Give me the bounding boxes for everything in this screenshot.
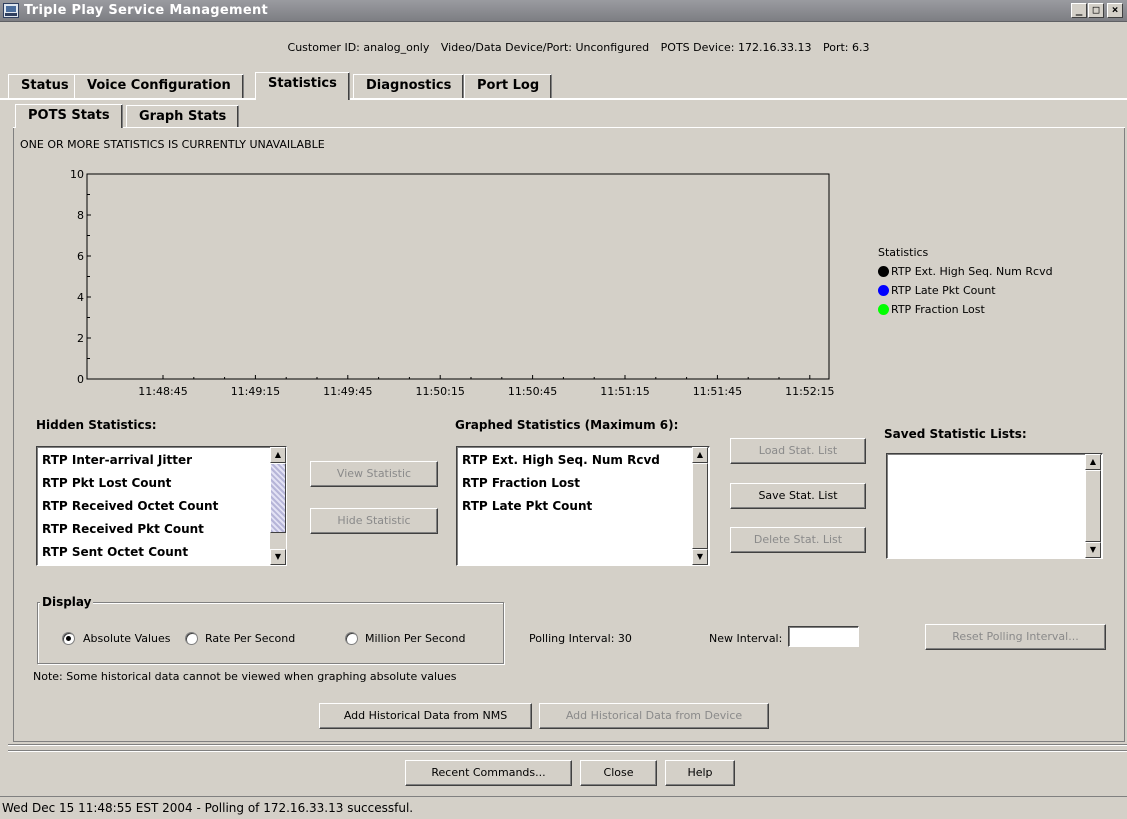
chart-legend: Statistics RTP Ext. High Seq. Num Rcvd R…: [878, 243, 1053, 319]
tab-strip-line: [0, 98, 1127, 100]
list-item[interactable]: RTP Pkt Lost Count: [42, 476, 171, 490]
y-tick-label: 2: [77, 332, 84, 345]
tab-voice-configuration[interactable]: Voice Configuration: [74, 74, 244, 98]
video-device: Video/Data Device/Port: Unconfigured: [440, 41, 650, 54]
service-info: Customer ID: analog_only Video/Data Devi…: [0, 41, 1127, 54]
separator: [8, 750, 1127, 752]
y-tick-label: 10: [70, 168, 84, 181]
saved-lists-label: Saved Statistic Lists:: [884, 427, 1027, 441]
close-window-button[interactable]: ×: [1107, 3, 1123, 18]
million-per-second-radio[interactable]: [345, 632, 358, 645]
window-title: Triple Play Service Management: [24, 3, 269, 18]
status-bar: Wed Dec 15 11:48:55 EST 2004 - Polling o…: [0, 796, 1127, 819]
customer-id: Customer ID: analog_only: [287, 41, 430, 54]
x-tick-label: 11:49:15: [231, 385, 280, 398]
port: Port: 6.3: [822, 41, 870, 54]
new-interval-label: New Interval:: [709, 632, 783, 645]
x-tick-label: 11:50:15: [415, 385, 464, 398]
tab-port-log[interactable]: Port Log: [464, 74, 553, 98]
list-item[interactable]: RTP Fraction Lost: [462, 476, 580, 490]
subtab-pots-stats[interactable]: POTS Stats: [15, 104, 123, 128]
rate-per-second-label: Rate Per Second: [205, 632, 296, 645]
hidden-stats-label: Hidden Statistics:: [36, 418, 157, 432]
tab-statistics[interactable]: Statistics: [255, 72, 350, 100]
x-tick-label: 11:49:45: [323, 385, 372, 398]
legend-title: Statistics: [878, 246, 929, 259]
minimize-button[interactable]: _: [1071, 3, 1087, 18]
scroll-down-icon[interactable]: ▼: [1085, 542, 1101, 558]
y-tick-label: 6: [77, 250, 84, 263]
view-statistic-button[interactable]: View Statistic: [310, 461, 438, 487]
legend-label: RTP Late Pkt Count: [891, 284, 996, 297]
delete-stat-list-button[interactable]: Delete Stat. List: [730, 527, 866, 553]
tab-status[interactable]: Status: [8, 74, 82, 98]
y-tick-label: 0: [77, 373, 84, 386]
list-item[interactable]: RTP Sent Octet Count: [42, 545, 188, 559]
x-tick-label: 11:50:45: [508, 385, 557, 398]
legend-dot-black: [878, 266, 889, 277]
legend-label: RTP Ext. High Seq. Num Rcvd: [891, 265, 1053, 278]
maximize-button[interactable]: □: [1088, 3, 1104, 18]
add-historical-nms-button[interactable]: Add Historical Data from NMS: [319, 703, 532, 729]
scroll-down-icon[interactable]: ▼: [692, 549, 708, 565]
list-item[interactable]: RTP Late Pkt Count: [462, 499, 592, 513]
x-tick-label: 11:52:15: [785, 385, 834, 398]
rate-per-second-radio[interactable]: [185, 632, 198, 645]
app-icon: [3, 3, 19, 18]
graphed-list-scrollbar[interactable]: ▲ ▼: [692, 447, 708, 565]
graphed-stats-list[interactable]: RTP Ext. High Seq. Num Rcvd RTP Fraction…: [456, 446, 710, 566]
legend-dot-green: [878, 304, 889, 315]
saved-list-scrollbar[interactable]: ▲ ▼: [1085, 454, 1101, 558]
scroll-up-icon[interactable]: ▲: [1085, 454, 1101, 470]
new-interval-input[interactable]: [788, 626, 859, 647]
hidden-list-scrollbar[interactable]: ▲ ▼: [270, 447, 286, 565]
status-text: Wed Dec 15 11:48:55 EST 2004 - Polling o…: [2, 801, 414, 815]
plot-frame: [86, 173, 830, 380]
absolute-values-note: Note: Some historical data cannot be vie…: [33, 670, 457, 683]
absolute-values-label: Absolute Values: [83, 632, 171, 645]
list-item[interactable]: RTP Received Pkt Count: [42, 522, 204, 536]
legend-dot-blue: [878, 285, 889, 296]
scroll-thumb[interactable]: [692, 463, 708, 549]
saved-lists-list[interactable]: ▲ ▼: [886, 453, 1103, 559]
scroll-up-icon[interactable]: ▲: [270, 447, 286, 463]
subtab-graph-stats[interactable]: Graph Stats: [126, 105, 240, 127]
scroll-down-icon[interactable]: ▼: [270, 549, 286, 565]
x-tick-label: 11:48:45: [138, 385, 187, 398]
close-button[interactable]: Close: [580, 760, 657, 786]
legend-item: RTP Late Pkt Count: [878, 281, 1053, 300]
million-per-second-label: Million Per Second: [365, 632, 466, 645]
list-item[interactable]: RTP Received Octet Count: [42, 499, 218, 513]
scroll-up-icon[interactable]: ▲: [692, 447, 708, 463]
stats-chart: 0 2 4 6 8 10 11:48:45 11:49:15 11:49:45 11:50:15 1…: [70, 168, 835, 398]
x-tick-label: 11:51:45: [693, 385, 742, 398]
pots-device: POTS Device: 172.16.33.13: [660, 41, 812, 54]
legend-item: RTP Fraction Lost: [878, 300, 1053, 319]
recent-commands-button[interactable]: Recent Commands...: [405, 760, 572, 786]
legend-item: RTP Ext. High Seq. Num Rcvd: [878, 262, 1053, 281]
legend-label: RTP Fraction Lost: [891, 303, 985, 316]
y-tick-label: 4: [77, 291, 84, 304]
help-button[interactable]: Help: [665, 760, 735, 786]
title-bar: Triple Play Service Management _ □ ×: [0, 0, 1127, 22]
load-stat-list-button[interactable]: Load Stat. List: [730, 438, 866, 464]
y-tick-label: 8: [77, 209, 84, 222]
reset-polling-interval-button[interactable]: Reset Polling Interval...: [925, 624, 1106, 650]
list-item[interactable]: RTP Inter-arrival Jitter: [42, 453, 192, 467]
list-item[interactable]: RTP Ext. High Seq. Num Rcvd: [462, 453, 660, 467]
save-stat-list-button[interactable]: Save Stat. List: [730, 483, 866, 509]
polling-interval-label: Polling Interval: 30: [529, 632, 632, 645]
add-historical-device-button[interactable]: Add Historical Data from Device: [539, 703, 769, 729]
hidden-stats-list[interactable]: RTP Inter-arrival Jitter RTP Pkt Lost Co…: [36, 446, 287, 566]
scroll-thumb[interactable]: [270, 463, 286, 533]
tab-diagnostics[interactable]: Diagnostics: [353, 74, 465, 98]
absolute-values-radio[interactable]: [62, 632, 75, 645]
separator: [8, 744, 1127, 746]
x-tick-label: 11:51:15: [600, 385, 649, 398]
scroll-thumb[interactable]: [1085, 470, 1101, 542]
graphed-stats-label: Graphed Statistics (Maximum 6):: [455, 418, 679, 432]
hide-statistic-button[interactable]: Hide Statistic: [310, 508, 438, 534]
display-group-label: Display: [40, 595, 94, 609]
